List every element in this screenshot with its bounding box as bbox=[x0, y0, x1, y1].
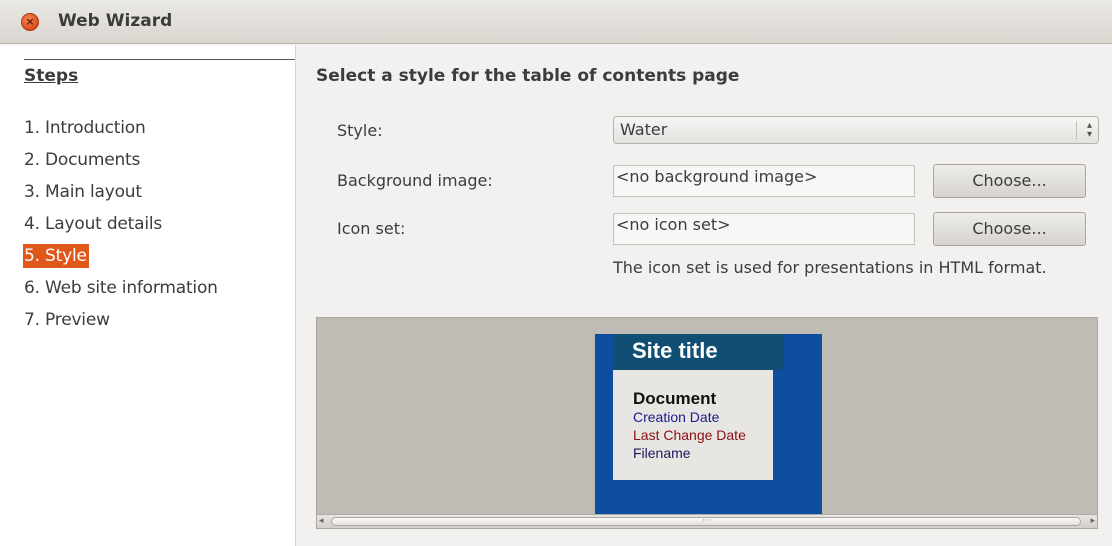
grip-icon: ⋯ bbox=[702, 515, 712, 526]
preview-document-box: Document Creation Date Last Change Date … bbox=[613, 370, 773, 480]
preview-site-title: Site title bbox=[632, 338, 718, 363]
icon-set-field[interactable]: <no icon set> bbox=[613, 213, 915, 245]
style-preview: Site title Document Creation Date Last C… bbox=[316, 317, 1098, 529]
step-style[interactable]: 5. Style bbox=[23, 244, 89, 268]
style-label: Style: bbox=[337, 121, 383, 140]
steps-divider bbox=[24, 59, 295, 60]
steps-sidebar: Steps 1. Introduction 2. Documents 3. Ma… bbox=[0, 45, 296, 546]
step-preview[interactable]: 7. Preview bbox=[24, 308, 112, 332]
step-documents[interactable]: 2. Documents bbox=[24, 148, 142, 172]
preview-document-title: Document bbox=[633, 389, 717, 408]
icon-set-label: Icon set: bbox=[337, 219, 406, 238]
preview-filename: Filename bbox=[633, 445, 691, 461]
background-image-field[interactable]: <no background image> bbox=[613, 165, 915, 197]
preview-horizontal-scrollbar[interactable]: ◂ ⋯ ▸ bbox=[317, 514, 1097, 528]
main-panel: Select a style for the table of contents… bbox=[297, 45, 1112, 546]
step-web-site-information[interactable]: 6. Web site information bbox=[24, 276, 220, 300]
title-bar: × Web Wizard bbox=[0, 0, 1112, 44]
scrollbar-thumb[interactable]: ⋯ bbox=[331, 515, 1081, 526]
background-image-label: Background image: bbox=[337, 171, 493, 190]
section-title: Select a style for the table of contents… bbox=[316, 66, 740, 86]
preview-site-card: Site title Document Creation Date Last C… bbox=[595, 334, 822, 514]
choose-icon-set-button[interactable]: Choose... bbox=[933, 212, 1086, 246]
step-layout-details[interactable]: 4. Layout details bbox=[24, 212, 164, 236]
preview-last-change-date: Last Change Date bbox=[633, 427, 746, 443]
style-select[interactable]: Water ▴ ▾ bbox=[613, 116, 1099, 144]
window-title: Web Wizard bbox=[58, 11, 173, 31]
preview-creation-date: Creation Date bbox=[633, 409, 720, 425]
step-introduction[interactable]: 1. Introduction bbox=[24, 116, 148, 140]
style-select-value: Water bbox=[620, 120, 668, 139]
close-icon[interactable]: × bbox=[21, 13, 39, 31]
spin-arrows-icon: ▴ ▾ bbox=[1076, 121, 1092, 140]
icon-set-hint: The icon set is used for presentations i… bbox=[613, 258, 1047, 277]
choose-background-button[interactable]: Choose... bbox=[933, 164, 1086, 198]
step-main-layout[interactable]: 3. Main layout bbox=[24, 180, 144, 204]
scroll-left-icon[interactable]: ◂ bbox=[319, 515, 324, 528]
scroll-right-icon[interactable]: ▸ bbox=[1090, 515, 1095, 528]
steps-heading: Steps bbox=[24, 66, 79, 86]
